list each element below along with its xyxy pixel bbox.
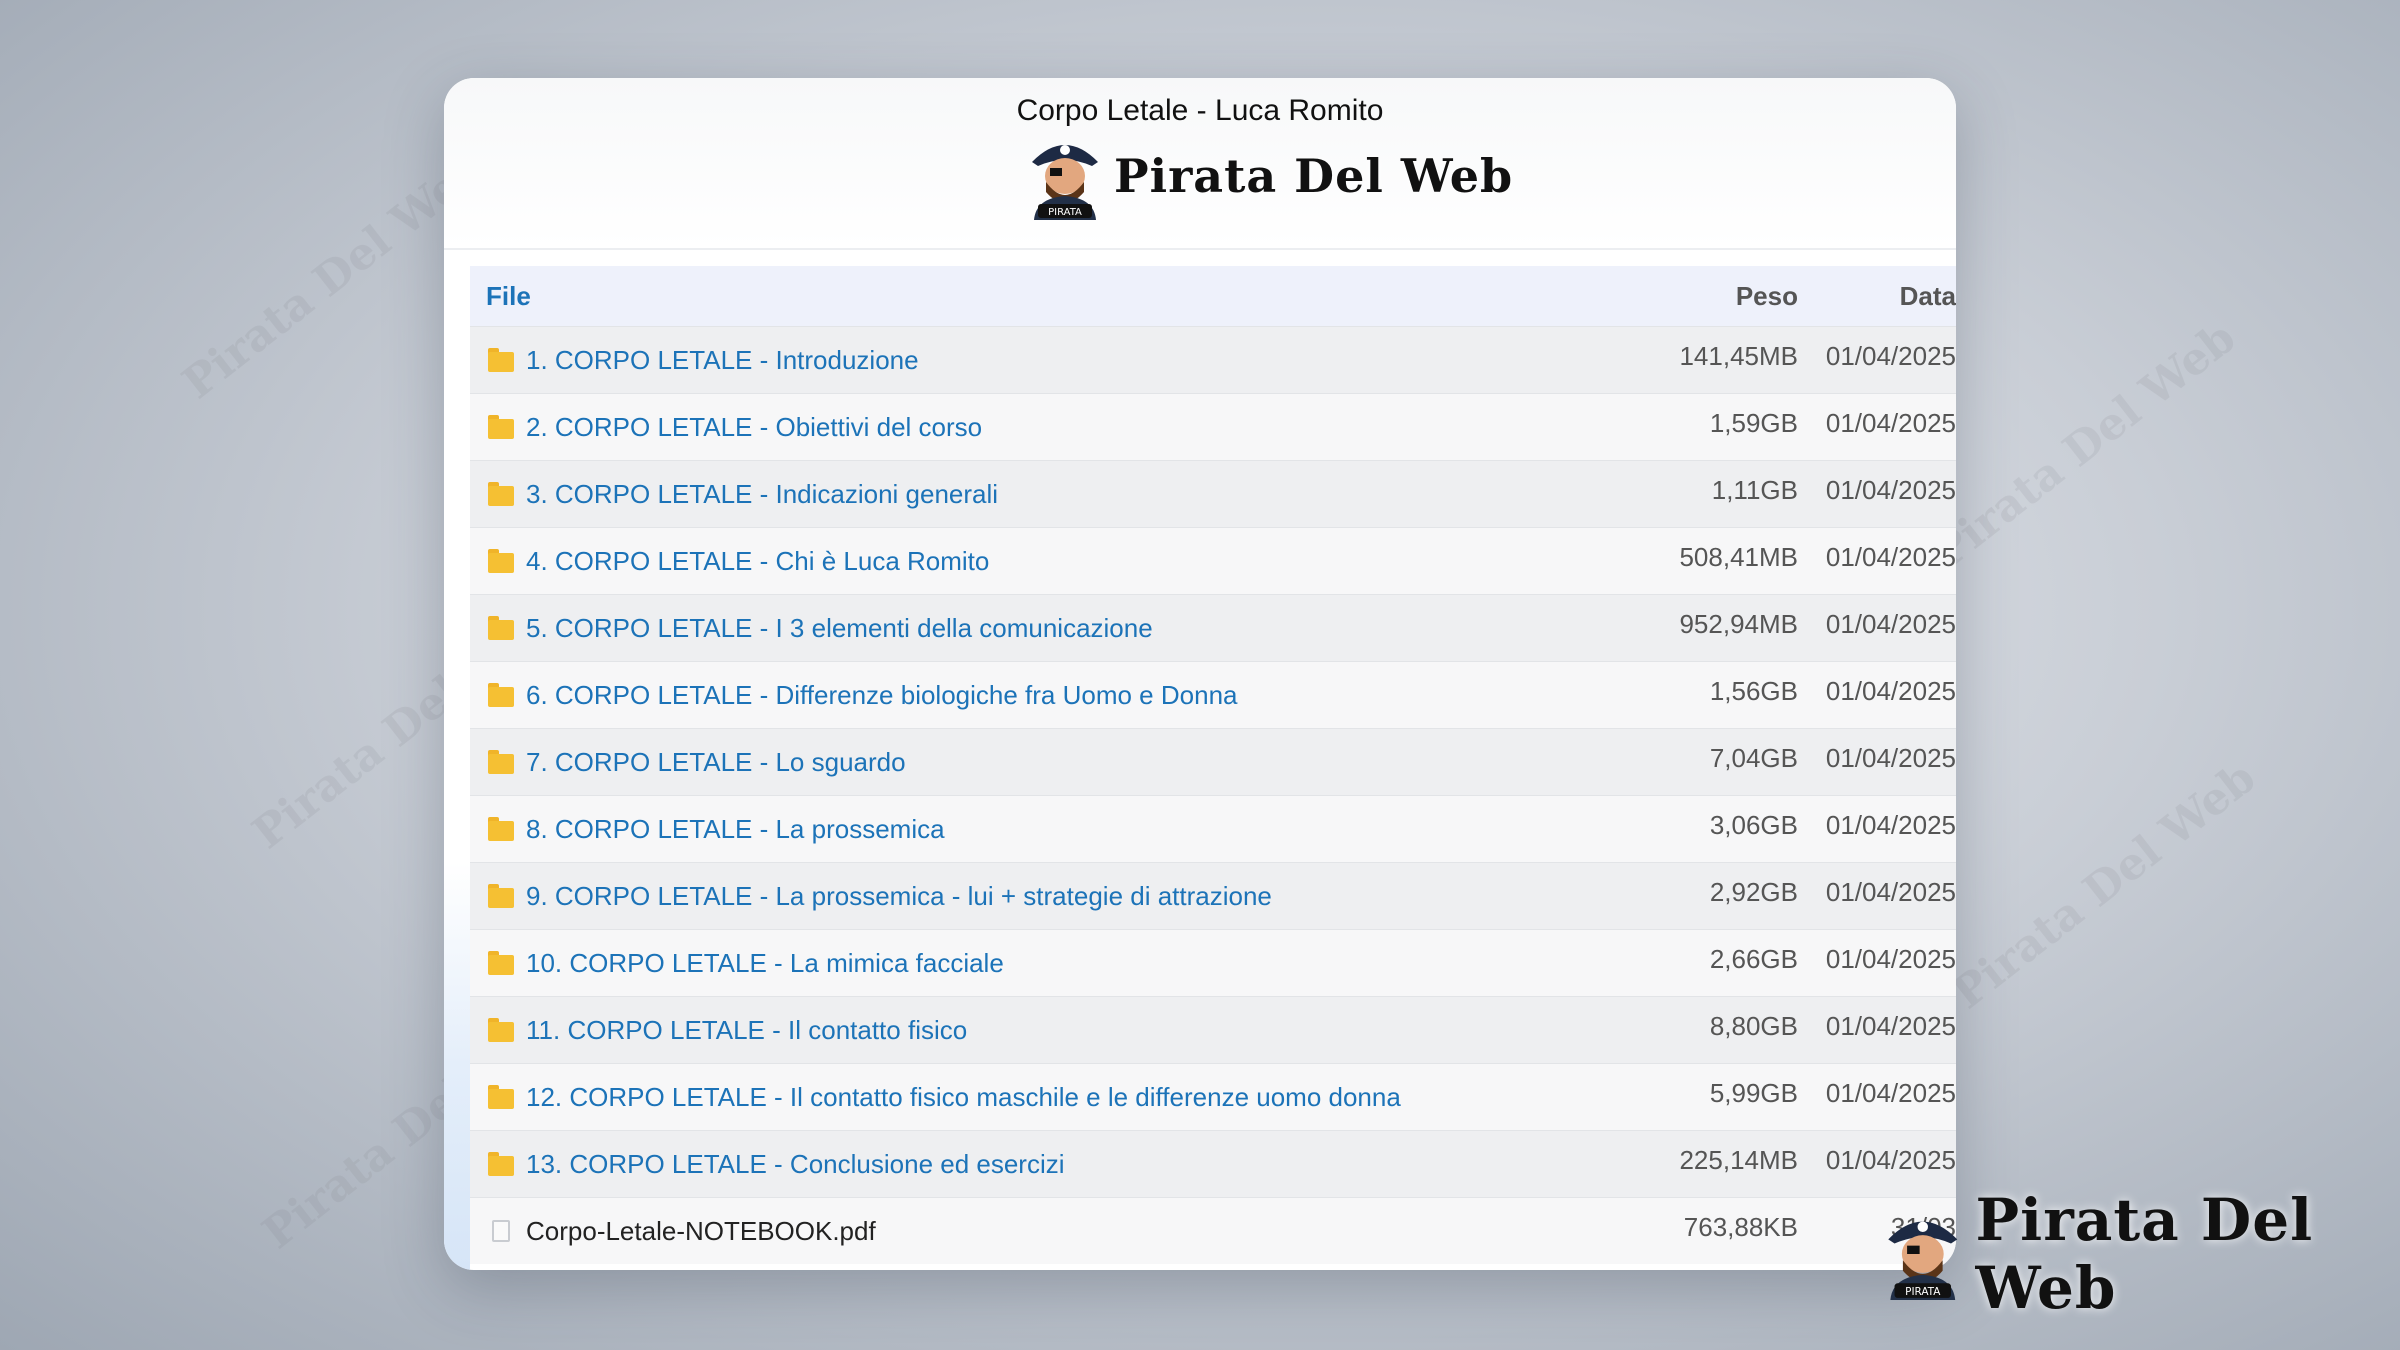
file-link[interactable]: Corpo-Letale-NOTEBOOK.pdf xyxy=(526,1216,876,1247)
avatar-badge-text: PIRATA xyxy=(1048,207,1082,218)
file-size: 508,41MB xyxy=(1679,541,1798,572)
file-size: 141,45MB xyxy=(1679,340,1798,371)
table-header: File Peso Data xyxy=(470,266,1956,326)
folder-icon xyxy=(488,1018,514,1042)
table-row[interactable]: Corpo-Letale-NOTEBOOK.pdf763,88KB31/03 xyxy=(470,1197,1956,1264)
file-size: 1,11GB xyxy=(1711,474,1798,505)
file-date: 01/04/2025 xyxy=(1825,340,1956,371)
table-row[interactable]: 8. CORPO LETALE - La prossemica 3,06GB 01/… xyxy=(470,795,1956,862)
folder-icon xyxy=(488,549,514,573)
folder-icon xyxy=(488,482,514,506)
avatar-badge-text: PIRATA xyxy=(1905,1286,1941,1298)
table-row[interactable]: 11. CORPO LETALE - Il contatto fisico 8,8… xyxy=(470,996,1956,1063)
side-strip xyxy=(444,250,470,1270)
column-date-header[interactable]: Data xyxy=(1798,281,1956,312)
file-size: 3,06GB xyxy=(1709,809,1798,840)
file-date: 01/04/2025 xyxy=(1825,675,1956,706)
folder-link[interactable]: 13. CORPO LETALE - Conclusione ed eserci… xyxy=(526,1149,1065,1180)
table-row[interactable]: 2. CORPO LETALE - Obiettivi del corso 1,5… xyxy=(470,393,1956,460)
watermark: Pirata Del Web xyxy=(1943,751,2266,1020)
column-file-header[interactable]: File xyxy=(470,281,1638,312)
folder-link[interactable]: 2. CORPO LETALE - Obiettivi del corso xyxy=(526,412,982,443)
table-row[interactable]: 5. CORPO LETALE - I 3 elementi della com… xyxy=(470,594,1956,661)
folder-icon xyxy=(488,817,514,841)
folder-link[interactable]: 11. CORPO LETALE - Il contatto fisico xyxy=(526,1015,967,1046)
table-body: 1. CORPO LETALE - Introduzione 141,45MB 01… xyxy=(470,326,1956,1264)
folder-link[interactable]: 12. CORPO LETALE - Il contatto fisico ma… xyxy=(526,1082,1401,1113)
file-date: 01/04/2025 xyxy=(1825,1144,1956,1175)
file-size: 1,59GB xyxy=(1709,407,1798,438)
table-row[interactable]: 6. CORPO LETALE - Differenze biologiche … xyxy=(470,661,1956,728)
file-date: 01/04/2025 xyxy=(1825,1077,1956,1108)
file-date: 01/04/2025 xyxy=(1825,876,1956,907)
file-table: File Peso Data 1. CORPO LETALE - Introdu… xyxy=(470,266,1956,1264)
file-date: 01/04/2025 xyxy=(1825,608,1956,639)
folder-link[interactable]: 1. CORPO LETALE - Introduzione xyxy=(526,345,919,376)
table-row[interactable]: 9. CORPO LETALE - La prossemica - lui + … xyxy=(470,862,1956,929)
folder-icon xyxy=(488,683,514,707)
table-row[interactable]: 3. CORPO LETALE - Indicazioni generali 1,… xyxy=(470,460,1956,527)
folder-icon xyxy=(488,348,514,372)
folder-icon xyxy=(488,1085,514,1109)
pirate-avatar-icon: PIRATA xyxy=(1888,1221,1958,1301)
folder-link[interactable]: 7. CORPO LETALE - Lo sguardo xyxy=(526,747,906,778)
table-row[interactable]: 7. CORPO LETALE - Lo sguardo 7,04GB 01/04/… xyxy=(470,728,1956,795)
page-title: Corpo Letale - Luca Romito xyxy=(1016,94,1384,127)
table-row[interactable]: 13. CORPO LETALE - Conclusione ed eserci… xyxy=(470,1130,1956,1197)
folder-link[interactable]: 5. CORPO LETALE - I 3 elementi della com… xyxy=(526,613,1153,644)
file-date: 01/04/2025 xyxy=(1825,541,1956,572)
table-row[interactable]: 1. CORPO LETALE - Introduzione 141,45MB 01… xyxy=(470,326,1956,393)
file-date: 01/04/2025 xyxy=(1825,742,1956,773)
pdf-file-icon xyxy=(492,1220,510,1242)
table-row[interactable]: 12. CORPO LETALE - Il contatto fisico ma… xyxy=(470,1063,1956,1130)
folder-icon xyxy=(488,750,514,774)
table-row[interactable]: 4. CORPO LETALE - Chi è Luca Romito 508,4… xyxy=(470,527,1956,594)
brand-logo: PIRATA Pirata Del Web xyxy=(1026,132,1513,220)
file-date: 01/04/2025 xyxy=(1825,809,1956,840)
watermark: Pirata Del Web xyxy=(1923,311,2246,580)
folder-icon xyxy=(488,1152,514,1176)
file-size: 5,99GB xyxy=(1709,1077,1798,1108)
folder-link[interactable]: 4. CORPO LETALE - Chi è Luca Romito xyxy=(526,546,989,577)
pirate-avatar-icon: PIRATA xyxy=(1032,145,1098,220)
file-size: 2,92GB xyxy=(1709,876,1798,907)
table-row[interactable]: 10. CORPO LETALE - La mimica facciale 2,6… xyxy=(470,929,1956,996)
folder-link[interactable]: 8. CORPO LETALE - La prossemica xyxy=(526,814,945,845)
file-date: 01/04/2025 xyxy=(1825,474,1956,505)
file-size: 1,56GB xyxy=(1709,675,1798,706)
folder-icon xyxy=(488,884,514,908)
folder-icon xyxy=(488,616,514,640)
folder-link[interactable]: 10. CORPO LETALE - La mimica facciale xyxy=(526,948,1004,979)
file-date: 01/04/2025 xyxy=(1825,407,1956,438)
file-size: 7,04GB xyxy=(1709,742,1798,773)
column-size-header[interactable]: Peso xyxy=(1638,281,1798,312)
file-date: 01/04/2025 xyxy=(1825,1010,1956,1041)
folder-link[interactable]: 6. CORPO LETALE - Differenze biologiche … xyxy=(526,680,1237,711)
file-browser-window: Corpo Letale - Luca Romito PIRATA Pirata… xyxy=(444,78,1956,1270)
brand-name: Pirata Del Web xyxy=(1114,149,1514,203)
file-size: 952,94MB xyxy=(1679,608,1798,639)
folder-icon xyxy=(488,951,514,975)
header: Corpo Letale - Luca Romito PIRATA Pirata… xyxy=(444,78,1956,250)
folder-link[interactable]: 3. CORPO LETALE - Indicazioni generali xyxy=(526,479,998,510)
file-size: 8,80GB xyxy=(1709,1010,1798,1041)
file-size: 763,88KB xyxy=(1683,1211,1798,1242)
file-size: 2,66GB xyxy=(1709,943,1798,974)
folder-link[interactable]: 9. CORPO LETALE - La prossemica - lui + … xyxy=(526,881,1272,912)
corner-watermark-logo: PIRATA Pirata Del Web xyxy=(1882,1186,2400,1322)
corner-brand-name: Pirata Del Web xyxy=(1975,1186,2314,1322)
file-date: 01/04/2025 xyxy=(1825,943,1956,974)
file-size: 225,14MB xyxy=(1679,1144,1798,1175)
folder-icon xyxy=(488,415,514,439)
